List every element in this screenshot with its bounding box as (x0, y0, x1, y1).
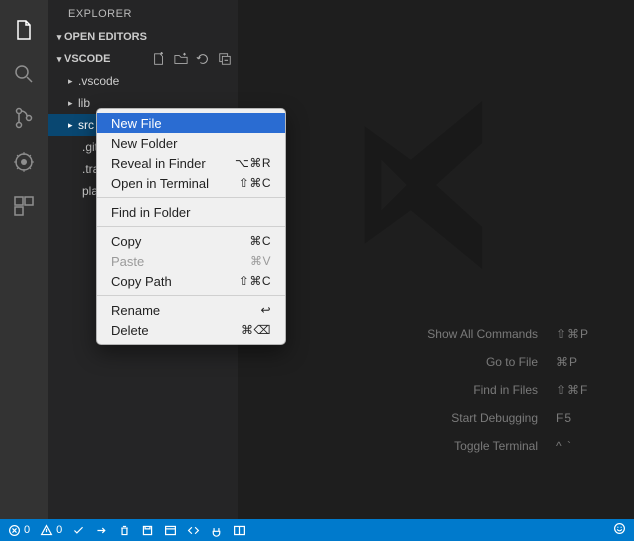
menu-item-shortcut: ⇧⌘C (239, 274, 271, 288)
new-folder-icon[interactable] (174, 52, 188, 66)
shortcut-row: Toggle Terminal ^ ` (427, 432, 606, 460)
new-file-icon[interactable] (152, 52, 166, 66)
menu-item[interactable]: Copy Path ⇧⌘C (97, 271, 285, 291)
menu-item-shortcut: ⌥⌘R (235, 156, 271, 170)
menu-item-shortcut: ⌘C (249, 234, 271, 248)
shortcut-label: Start Debugging (451, 411, 538, 425)
menu-item[interactable]: New Folder (97, 133, 285, 153)
menu-item-label: Rename (111, 303, 160, 318)
menu-item[interactable]: Copy ⌘C (97, 231, 285, 251)
menu-item-shortcut: ↩ (260, 303, 271, 317)
menu-item-label: Paste (111, 254, 144, 269)
status-trash-icon[interactable] (118, 524, 131, 537)
status-code-icon[interactable] (187, 524, 200, 537)
git-icon[interactable] (10, 104, 38, 132)
collapse-all-icon[interactable] (218, 52, 232, 66)
shortcut-key: ⌘P (556, 355, 606, 369)
menu-item-label: Open in Terminal (111, 176, 209, 191)
refresh-icon[interactable] (196, 52, 210, 66)
welcome-shortcuts: Show All Commands ⇧⌘P Go to File ⌘P Find i… (427, 320, 606, 460)
menu-separator (97, 295, 285, 296)
chevron-right-icon: ▸ (68, 76, 78, 87)
menu-separator (97, 197, 285, 198)
shortcut-row: Show All Commands ⇧⌘P (427, 320, 606, 348)
shortcut-key: F5 (556, 411, 606, 425)
shortcut-key: ⇧⌘P (556, 327, 606, 341)
chevron-right-icon: ▸ (68, 120, 78, 131)
open-editors-section[interactable]: ▾ OPEN EDITORS (48, 26, 238, 48)
menu-separator (97, 226, 285, 227)
status-bar: 0 0 (0, 519, 634, 541)
context-menu: New File New Folder Reveal in Finder ⌥⌘R Ope… (96, 108, 286, 345)
search-icon[interactable] (10, 60, 38, 88)
feedback-icon[interactable] (613, 522, 626, 538)
shortcut-key: ^ ` (556, 439, 606, 453)
menu-item-shortcut: ⌘⌫ (241, 323, 271, 337)
extensions-icon[interactable] (10, 192, 38, 220)
tree-label: .vscode (78, 74, 119, 88)
explorer-icon[interactable] (10, 16, 38, 44)
menu-item-shortcut: ⇧⌘C (239, 176, 271, 190)
chevron-down-icon: ▾ (54, 32, 64, 43)
status-left: 0 0 (8, 524, 246, 537)
shortcut-label: Go to File (486, 355, 538, 369)
shortcut-row: Start Debugging F5 (427, 404, 606, 432)
status-save-icon[interactable] (141, 524, 154, 537)
menu-item-label: New Folder (111, 136, 177, 151)
menu-item-label: Copy Path (111, 274, 172, 289)
menu-item[interactable]: New File (97, 113, 285, 133)
menu-item-shortcut: ⌘V (250, 254, 271, 268)
status-warnings[interactable]: 0 (40, 524, 62, 537)
status-errors[interactable]: 0 (8, 524, 30, 537)
project-root-label: VSCODE (64, 53, 110, 65)
chevron-right-icon: ▸ (68, 98, 78, 109)
vscode-logo-watermark (331, 80, 541, 295)
menu-item-label: Copy (111, 234, 141, 249)
menu-item[interactable]: Rename ↩ (97, 300, 285, 320)
shortcut-key: ⇧⌘F (556, 383, 606, 397)
debug-icon[interactable] (10, 148, 38, 176)
status-arrow-icon[interactable] (95, 524, 108, 537)
shortcut-row: Go to File ⌘P (427, 348, 606, 376)
tree-folder[interactable]: ▸.vscode (48, 70, 238, 92)
menu-item-label: New File (111, 116, 162, 131)
status-window-icon[interactable] (164, 524, 177, 537)
menu-item-label: Reveal in Finder (111, 156, 206, 171)
menu-item[interactable]: Open in Terminal ⇧⌘C (97, 173, 285, 193)
explorer-actions (152, 52, 232, 66)
tree-label: src (78, 118, 94, 132)
status-check-icon[interactable] (72, 524, 85, 537)
menu-item-label: Delete (111, 323, 149, 338)
warning-count: 0 (56, 524, 62, 536)
shortcut-label: Find in Files (473, 383, 538, 397)
menu-item-label: Find in Folder (111, 205, 190, 220)
explorer-title: EXPLORER (48, 0, 238, 26)
shortcut-label: Show All Commands (427, 327, 538, 341)
error-count: 0 (24, 524, 30, 536)
shortcut-label: Toggle Terminal (454, 439, 538, 453)
menu-item[interactable]: Reveal in Finder ⌥⌘R (97, 153, 285, 173)
menu-item[interactable]: Delete ⌘⌫ (97, 320, 285, 340)
open-editors-label: OPEN EDITORS (64, 31, 147, 43)
chevron-down-icon: ▾ (54, 54, 64, 65)
status-layout-icon[interactable] (233, 524, 246, 537)
menu-item: Paste ⌘V (97, 251, 285, 271)
menu-item[interactable]: Find in Folder (97, 202, 285, 222)
status-plug-icon[interactable] (210, 524, 223, 537)
editor-area: Show All Commands ⇧⌘P Go to File ⌘P Find i… (238, 0, 634, 519)
shortcut-row: Find in Files ⇧⌘F (427, 376, 606, 404)
tree-label: lib (78, 96, 90, 110)
activity-bar (0, 0, 48, 519)
project-root-section[interactable]: ▾ VSCODE (48, 48, 238, 70)
